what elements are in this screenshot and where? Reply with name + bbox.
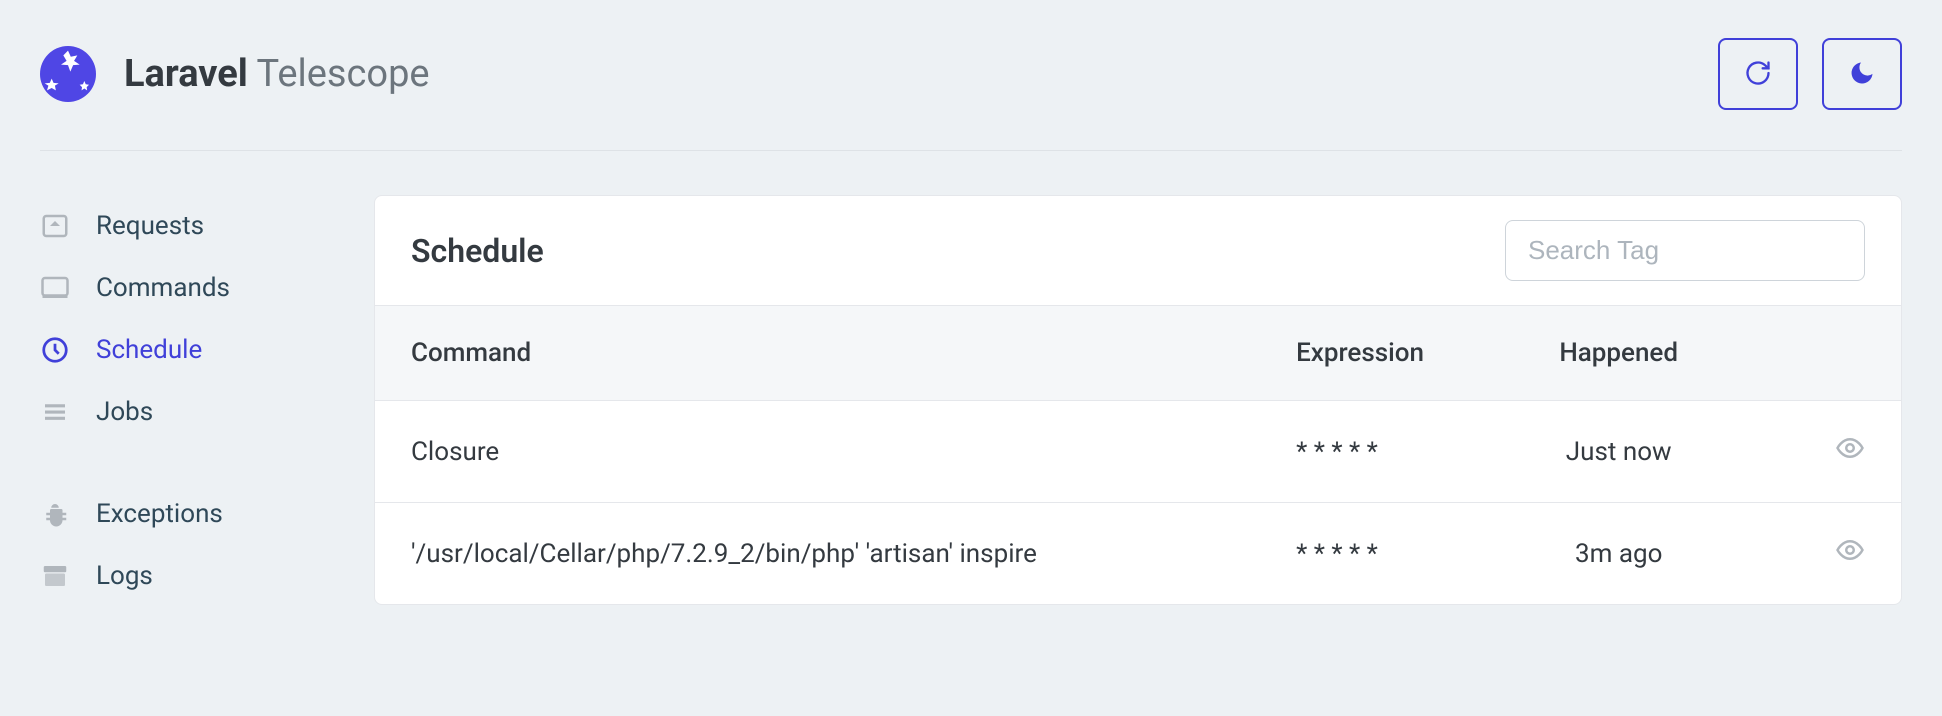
list-icon bbox=[40, 397, 70, 427]
schedule-card: Schedule Command Expression Happened Clo… bbox=[374, 195, 1902, 605]
col-expression-header: Expression bbox=[1260, 306, 1489, 401]
view-entry-button[interactable] bbox=[1835, 433, 1865, 466]
topbar: Laravel Telescope bbox=[40, 0, 1902, 151]
bug-icon bbox=[40, 499, 70, 529]
cell-action bbox=[1748, 401, 1901, 503]
sidebar-item-requests[interactable]: Requests bbox=[40, 195, 330, 257]
top-actions bbox=[1718, 38, 1902, 110]
cell-action bbox=[1748, 503, 1901, 605]
cell-command: '/usr/local/Cellar/php/7.2.9_2/bin/php' … bbox=[375, 503, 1260, 605]
page-title: Schedule bbox=[411, 232, 544, 270]
terminal-icon bbox=[40, 273, 70, 303]
brand: Laravel Telescope bbox=[40, 46, 430, 102]
sidebar-item-logs[interactable]: Logs bbox=[40, 545, 330, 607]
schedule-table: Command Expression Happened Closure * * … bbox=[375, 305, 1901, 604]
refresh-button[interactable] bbox=[1718, 38, 1798, 110]
search-input[interactable] bbox=[1505, 220, 1865, 281]
col-command-header: Command bbox=[375, 306, 1260, 401]
sidebar-item-label: Schedule bbox=[96, 335, 202, 365]
table-header-row: Command Expression Happened bbox=[375, 306, 1901, 401]
sidebar-item-label: Jobs bbox=[96, 397, 153, 427]
cell-happened: 3m ago bbox=[1489, 503, 1748, 605]
cell-expression: * * * * * bbox=[1260, 503, 1489, 605]
moon-icon bbox=[1848, 59, 1876, 90]
view-entry-button[interactable] bbox=[1835, 535, 1865, 568]
brand-bold: Laravel bbox=[124, 52, 248, 96]
cell-expression: * * * * * bbox=[1260, 401, 1489, 503]
theme-toggle-button[interactable] bbox=[1822, 38, 1902, 110]
sidebar-item-label: Requests bbox=[96, 211, 204, 241]
card-header: Schedule bbox=[375, 196, 1901, 305]
sidebar-item-label: Logs bbox=[96, 561, 153, 591]
col-action-header bbox=[1748, 306, 1901, 401]
archive-icon bbox=[40, 561, 70, 591]
cell-happened: Just now bbox=[1489, 401, 1748, 503]
sidebar-item-label: Commands bbox=[96, 273, 230, 303]
sidebar-item-schedule[interactable]: Schedule bbox=[40, 319, 330, 381]
sidebar-item-label: Exceptions bbox=[96, 499, 223, 529]
brand-text: Laravel Telescope bbox=[124, 52, 430, 96]
table-row: Closure * * * * * Just now bbox=[375, 401, 1901, 503]
clock-icon bbox=[40, 335, 70, 365]
col-happened-header: Happened bbox=[1489, 306, 1748, 401]
telescope-logo-icon bbox=[40, 46, 96, 102]
cell-command: Closure bbox=[375, 401, 1260, 503]
nav-group-main: Requests Commands Schedule bbox=[40, 195, 330, 443]
nav-group-debug: Exceptions Logs bbox=[40, 483, 330, 607]
eye-icon bbox=[1835, 451, 1865, 466]
eye-icon bbox=[1835, 553, 1865, 568]
table-row: '/usr/local/Cellar/php/7.2.9_2/bin/php' … bbox=[375, 503, 1901, 605]
sidebar-item-exceptions[interactable]: Exceptions bbox=[40, 483, 330, 545]
request-icon bbox=[40, 211, 70, 241]
sidebar-item-jobs[interactable]: Jobs bbox=[40, 381, 330, 443]
refresh-icon bbox=[1744, 59, 1772, 90]
brand-light: Telescope bbox=[257, 52, 430, 96]
sidebar-item-commands[interactable]: Commands bbox=[40, 257, 330, 319]
sidebar: Requests Commands Schedule bbox=[40, 195, 330, 647]
